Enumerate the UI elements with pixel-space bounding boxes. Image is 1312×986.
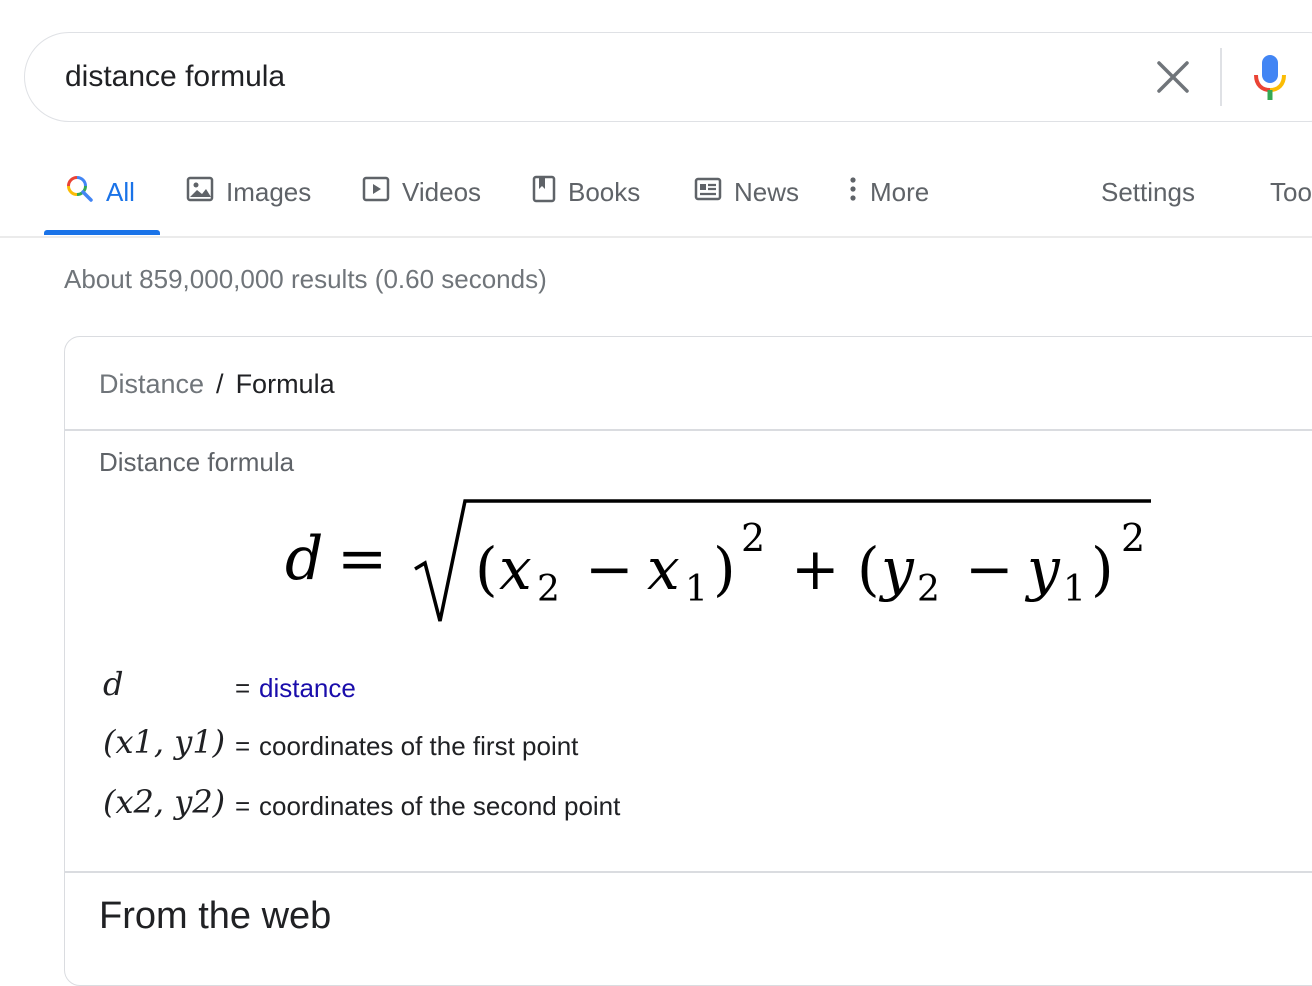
microphone-icon	[1254, 55, 1286, 100]
svg-text:(: (	[857, 535, 880, 603]
tools-label: Tools	[1270, 176, 1312, 207]
breadcrumb-separator: /	[216, 369, 224, 399]
tab-all[interactable]: All	[66, 174, 135, 210]
svg-text:): )	[1091, 535, 1114, 603]
book-icon	[532, 175, 556, 210]
search-input[interactable]	[65, 55, 1115, 99]
distance-formula-image: d = ( x 2 − x 1 ) 2 + ( y 2 − y 1 ) 2	[285, 499, 1151, 622]
tab-all-label: All	[106, 176, 135, 207]
svg-text:=: =	[337, 524, 387, 594]
legend-row: d = distance	[65, 665, 765, 715]
tab-videos[interactable]: Videos	[362, 174, 481, 210]
formula-label: Distance formula	[99, 447, 295, 477]
tab-more[interactable]: More	[846, 174, 929, 210]
svg-text:−: −	[965, 535, 1014, 603]
from-the-web-heading: From the web	[99, 895, 332, 937]
tools-link[interactable]: Tools	[1270, 174, 1312, 210]
svg-text:x: x	[647, 535, 680, 603]
legend-description: coordinates of the second point	[259, 791, 621, 821]
svg-text:y: y	[1024, 535, 1061, 603]
image-icon	[186, 175, 214, 210]
svg-text:(: (	[475, 535, 498, 603]
search-icon	[66, 175, 94, 210]
tab-more-label: More	[870, 176, 930, 207]
svg-text:): )	[713, 535, 736, 603]
tab-images-label: Images	[226, 176, 312, 207]
svg-text:y: y	[878, 535, 915, 603]
svg-text:+: +	[791, 535, 840, 603]
svg-text:1: 1	[685, 569, 708, 610]
voice-search-button[interactable]	[1251, 53, 1289, 103]
tab-books-label: Books	[568, 176, 641, 207]
legend-description: coordinates of the first point	[259, 731, 579, 761]
svg-text:2: 2	[741, 516, 765, 560]
breadcrumb: Distance / Formula	[99, 369, 335, 400]
tab-news[interactable]: News	[694, 174, 799, 210]
result-stats: About 859,000,000 results (0.60 seconds)	[64, 264, 547, 294]
active-tab-indicator	[44, 230, 160, 235]
search-bar	[24, 32, 1312, 122]
news-icon	[694, 175, 722, 210]
distance-link[interactable]: distance	[259, 673, 356, 704]
tab-images[interactable]: Images	[186, 174, 311, 210]
svg-text:x: x	[499, 535, 532, 603]
legend-symbol: (x2, y2)	[103, 783, 226, 821]
tab-books[interactable]: Books	[532, 174, 640, 210]
formula-legend: d = distance (x1, y1) = coordinates of t…	[65, 665, 765, 865]
legend-row: (x1, y1) = coordinates of the first poin…	[65, 723, 765, 773]
more-vert-icon	[846, 175, 860, 210]
legend-equals: =	[235, 731, 251, 761]
legend-symbol: (x1, y1)	[103, 723, 226, 761]
svg-text:−: −	[585, 535, 634, 603]
legend-equals: =	[235, 791, 251, 821]
tab-news-label: News	[734, 176, 800, 207]
legend-row: (x2, y2) = coordinates of the second poi…	[65, 783, 765, 833]
close-icon	[1157, 61, 1189, 93]
knowledge-card: Distance / Formula Distance formula d = ( …	[64, 336, 1312, 986]
svg-text:2: 2	[537, 569, 560, 610]
breadcrumb-distance[interactable]: Distance	[99, 369, 204, 399]
card-divider	[65, 429, 1312, 431]
svg-text:2: 2	[917, 569, 940, 610]
play-icon	[362, 175, 390, 210]
tab-videos-label: Videos	[402, 176, 482, 207]
search-bar-divider	[1220, 48, 1222, 106]
breadcrumb-formula: Formula	[235, 369, 335, 399]
clear-search-button[interactable]	[1153, 57, 1193, 97]
legend-symbol: d	[103, 665, 124, 703]
legend-equals: =	[235, 673, 251, 703]
tabs-divider	[0, 236, 1312, 238]
settings-link[interactable]: Settings	[1101, 174, 1195, 210]
card-divider	[65, 871, 1312, 873]
settings-label: Settings	[1101, 176, 1195, 207]
svg-text:2: 2	[1121, 516, 1145, 560]
svg-text:d: d	[285, 524, 323, 594]
svg-text:1: 1	[1063, 569, 1086, 610]
search-tabs: All Images Videos Books News More Settin…	[0, 160, 1312, 238]
